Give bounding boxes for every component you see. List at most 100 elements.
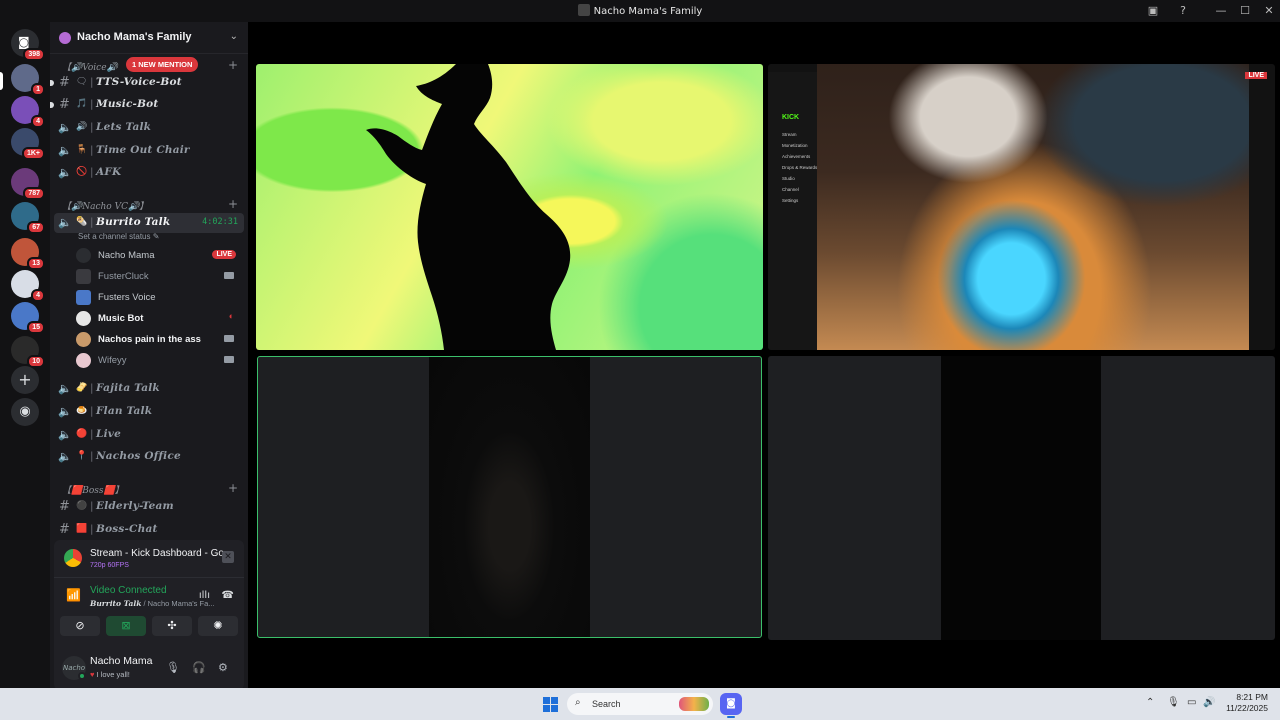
server-3[interactable]: 1K+ (11, 128, 45, 160)
system-clock[interactable]: 8:21 PM 11/22/2025 (1226, 692, 1268, 714)
channel-tts-voice-bot[interactable]: # 🗨 | TTS-Voice-Bot (50, 73, 244, 93)
signal-icon[interactable]: 📶 (66, 588, 81, 602)
channel-boss-chat[interactable]: # 🟥 | Boss-Chat (54, 520, 244, 540)
channel-flan-talk[interactable]: 🔈 🍮 | Flan Talk (54, 402, 244, 422)
heart-icon: ♥ (90, 670, 95, 679)
channel-status[interactable]: Set a channel status ✎ (78, 232, 159, 241)
video-tile-participant[interactable] (768, 356, 1275, 640)
minimize-button[interactable]: — (1213, 3, 1229, 19)
server-header[interactable]: Nacho Mama's Family ⌄ (50, 22, 248, 54)
speaker-icon: 🔈 (58, 121, 72, 134)
windows-taskbar: ⌕ Search ◙ ⌃ 🎙 ▭ 🔊 8:21 PM 11/22/2025 (0, 688, 1280, 720)
gear-icon[interactable]: ⚙ (218, 661, 228, 674)
user-panel: Nacho Nacho Mama ♥ I love yall! 🎙 🎧 ⚙ (54, 650, 244, 686)
voice-connection: 📶 Video Connected Burrito Talk / Nacho M… (54, 580, 244, 612)
plus-icon: + (18, 370, 32, 389)
help-icon[interactable]: ? (1175, 3, 1191, 19)
category-nacho-vc[interactable]: 【🔊Nacho VC🔊】 + (62, 197, 238, 212)
noise-suppression-icon[interactable]: ıllı (199, 590, 210, 601)
voice-user[interactable]: Music Bot ◐ (76, 310, 242, 328)
voice-user[interactable]: Fusters Voice (76, 289, 242, 307)
network-icon[interactable]: ▭ (1187, 697, 1196, 708)
server-6[interactable]: 13 (11, 238, 45, 270)
volume-icon[interactable]: 🔊 (1203, 697, 1215, 708)
voice-user[interactable]: Wifeyy (76, 352, 242, 370)
channel-label: Boss-Chat (96, 523, 158, 535)
server-8[interactable]: 15 (11, 302, 45, 334)
add-channel-icon[interactable]: + (228, 197, 238, 211)
channel-time-out-chair[interactable]: 🔈 🪑 | Time Out Chair (54, 141, 244, 161)
voice-status-location[interactable]: Burrito Talk / Nacho Mama's Fa... (90, 599, 215, 608)
server-7[interactable]: 4 (11, 270, 45, 302)
online-status-dot (78, 672, 86, 680)
server-9[interactable]: 10 (11, 336, 45, 368)
voice-channel-name: Burrito Talk (90, 599, 142, 608)
discord-taskbar-icon[interactable]: ◙ (720, 693, 742, 718)
channel-label: Nachos Office (96, 450, 181, 462)
camera-icon (224, 356, 234, 363)
participant-video (941, 356, 1101, 640)
chevron-up-icon[interactable]: ⌃ (1146, 697, 1154, 708)
video-tile-webcam[interactable]: KICK Stream Monetization Achievements Dr… (768, 64, 1275, 350)
user-name[interactable]: Nacho Mama (90, 655, 152, 667)
kick-dashboard-sidebar: KICK Stream Monetization Achievements Dr… (768, 72, 818, 350)
kick-menu-item: Achievements (782, 154, 811, 159)
kick-menu-item: Drops & Rewards (782, 165, 818, 170)
stop-stream-button[interactable]: ✕ (222, 551, 234, 563)
category-label: 【🟥Boss🟥】 (62, 486, 124, 496)
close-button[interactable]: ✕ (1261, 3, 1277, 19)
separator: | (90, 500, 94, 512)
search-icon: ⌕ (575, 697, 581, 708)
mic-icon[interactable]: 🎙 (166, 661, 180, 674)
channel-live[interactable]: 🔈 🔴 | Live (54, 425, 244, 445)
channel-label: Lets Talk (96, 121, 152, 133)
server-5[interactable]: 67 (11, 202, 45, 234)
clock-date: 11/22/2025 (1226, 703, 1268, 713)
camera-toggle-button[interactable]: ⊘ (60, 616, 100, 636)
chrome-icon (64, 549, 82, 567)
voice-user[interactable]: FusterCluck (76, 268, 242, 286)
unread-indicator (50, 80, 54, 86)
mic-tray-icon[interactable]: 🎙 (1167, 697, 1180, 708)
add-server-button[interactable]: + (11, 366, 39, 394)
channel-lets-talk[interactable]: 🔈 🔊 | Lets Talk (54, 118, 244, 138)
soundboard-button[interactable]: ✺ (198, 616, 238, 636)
channel-fajita-talk[interactable]: 🔈 🫔 | Fajita Talk (54, 379, 244, 399)
headphones-icon[interactable]: 🎧 (192, 661, 206, 674)
windows-start-icon[interactable] (543, 697, 558, 712)
new-mention-badge[interactable]: 1 NEW MENTION (126, 57, 199, 72)
disconnect-icon[interactable]: ☎ (222, 590, 234, 601)
inbox-icon[interactable]: ▣ (1145, 3, 1161, 19)
voice-user[interactable]: Nachos pain in the ass (76, 331, 242, 349)
add-channel-icon[interactable]: + (228, 481, 238, 495)
channel-nachos-office[interactable]: 🔈 📍 | Nachos Office (54, 447, 244, 467)
activities-button[interactable]: ✣ (152, 616, 192, 636)
home-button[interactable]: ◙ 398 (11, 29, 45, 61)
server-4[interactable]: 787 (11, 168, 45, 200)
stream-preview[interactable]: Stream - Kick Dashboard - Google ... 720… (54, 540, 244, 578)
screen-share-button[interactable]: ⊠ (106, 616, 146, 636)
maximize-button[interactable]: ☐ (1237, 3, 1253, 19)
discord-icon: ◙ (18, 35, 30, 49)
server-2[interactable]: 4 (11, 96, 45, 128)
window-title-area: Nacho Mama's Family (0, 4, 1280, 17)
deafened-icon: ◐ (228, 311, 234, 321)
discover-button[interactable]: ◉ (11, 398, 39, 426)
channel-music-bot[interactable]: # 🎵 | Music-Bot (50, 95, 244, 115)
add-channel-icon[interactable]: + (228, 58, 238, 72)
voice-user-name: FusterCluck (98, 271, 149, 282)
category-voice[interactable]: 【🔊Voice🔊 1 NEW MENTION + (62, 57, 238, 73)
taskbar-search[interactable]: ⌕ Search (567, 693, 713, 715)
server-badge: 15 (27, 321, 45, 334)
category-boss[interactable]: 【🟥Boss🟥】 + (62, 481, 238, 496)
separator: | (90, 166, 94, 178)
channel-burrito-talk[interactable]: 🔈 🌯 | Burrito Talk 4:02:31 (54, 213, 244, 233)
hash-icon: # (59, 522, 70, 537)
video-tile-participant-speaking[interactable] (257, 356, 762, 638)
channel-emoji: 🍮 (76, 406, 88, 416)
voice-user[interactable]: Nacho Mama LIVE (76, 247, 242, 265)
video-tile-screen-share[interactable] (256, 64, 763, 350)
channel-elderly-team[interactable]: # ⚫ | Elderly-Team (54, 497, 244, 517)
server-1[interactable]: 1 (11, 64, 45, 96)
channel-afk[interactable]: 🔈 🚫 | AFK (54, 163, 244, 183)
